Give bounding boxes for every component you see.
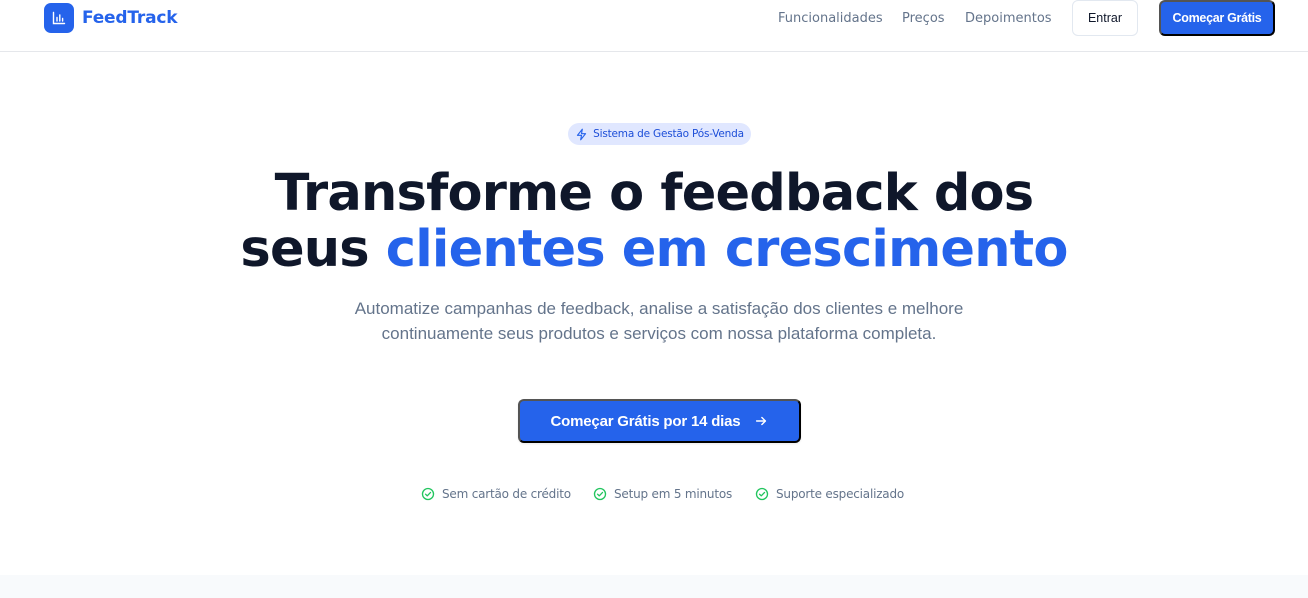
headline-accent: clientes em crescimento <box>385 220 1069 279</box>
check-circle-icon <box>421 487 435 501</box>
lightning-icon <box>575 128 588 141</box>
feature-label: Sem cartão de crédito <box>442 487 571 501</box>
nav-link-funcionalidades[interactable]: Funcionalidades <box>778 11 883 26</box>
hero-subtitle: Automatize campanhas de feedback, analis… <box>354 299 964 343</box>
arrow-right-icon <box>754 414 768 428</box>
headline-line-2-prefix: seus <box>240 220 386 279</box>
login-button[interactable]: Entrar <box>1072 0 1138 36</box>
headline-line-1: Transforme o feedback dos <box>274 164 1034 223</box>
signup-button[interactable]: Começar Grátis <box>1159 0 1275 36</box>
feature-list: Sem cartão de crédito Setup em 5 minutos… <box>0 487 1308 505</box>
nav-link-depoimentos[interactable]: Depoimentos <box>965 11 1052 26</box>
cta-label: Começar Grátis por 14 dias <box>550 412 741 430</box>
check-circle-icon <box>593 487 607 501</box>
navbar: FeedTrack Funcionalidades Preços Depoime… <box>0 0 1308 52</box>
feature-label: Setup em 5 minutos <box>614 487 733 501</box>
nav-link-precos[interactable]: Preços <box>902 11 945 26</box>
cta-button[interactable]: Começar Grátis por 14 dias <box>518 399 801 443</box>
nav-links: Funcionalidades Preços Depoimentos Entra… <box>0 0 1308 52</box>
next-section <box>0 575 1308 598</box>
feature-item: Setup em 5 minutos <box>593 487 732 501</box>
feature-item: Suporte especializado <box>755 487 904 501</box>
feature-label: Suporte especializado <box>776 487 905 501</box>
feature-item: Sem cartão de crédito <box>421 487 571 501</box>
hero-badge: Sistema de Gestão Pós-Venda <box>568 123 751 145</box>
hero-badge-label: Sistema de Gestão Pós-Venda <box>593 128 744 140</box>
hero-headline: Transforme o feedback dos seus clientes … <box>0 166 1308 278</box>
check-circle-icon <box>755 487 769 501</box>
